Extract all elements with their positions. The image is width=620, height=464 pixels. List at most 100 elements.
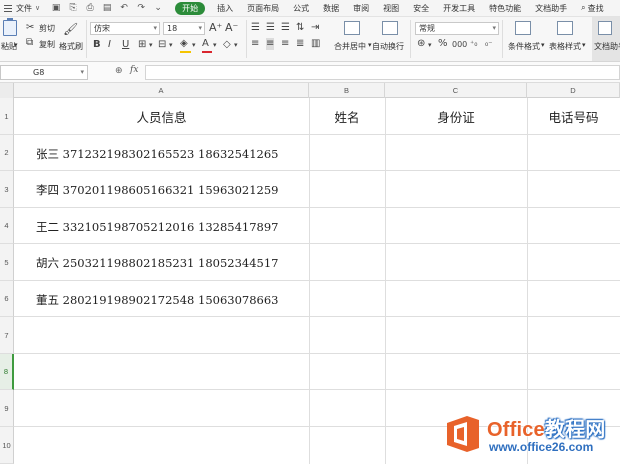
tab-review[interactable]: 审阅: [353, 3, 369, 14]
align-center-icon[interactable]: ≡: [266, 38, 275, 50]
row-header-10[interactable]: 10: [0, 427, 14, 464]
column-header-b[interactable]: B: [309, 83, 385, 98]
file-menu[interactable]: 文件: [16, 3, 32, 14]
row-header-6[interactable]: 6: [0, 281, 14, 317]
font-name-select[interactable]: 仿宋 ▾: [90, 22, 160, 35]
row-header-2[interactable]: 2: [0, 135, 14, 171]
customize-chevron-icon[interactable]: ⌄: [152, 2, 164, 14]
tab-developer[interactable]: 开发工具: [443, 3, 475, 14]
column-header-a[interactable]: A: [14, 83, 309, 98]
cut-button[interactable]: 剪切: [39, 23, 55, 34]
fill-color-icon[interactable]: ◈: [180, 38, 188, 50]
cell-b1[interactable]: 姓名: [309, 107, 385, 126]
paste-chevron-icon[interactable]: ▾: [14, 41, 18, 49]
decrease-font-icon[interactable]: A⁻: [225, 22, 238, 34]
save-icon[interactable]: ▣: [50, 2, 62, 14]
bold-icon[interactable]: B: [93, 39, 101, 51]
select-all-corner[interactable]: [0, 83, 14, 98]
wrap-text-button[interactable]: 自动换行: [372, 41, 404, 52]
search-button[interactable]: ⌕ 查找: [581, 3, 603, 14]
cell-a6[interactable]: 董五 280219198902172548 15063078663: [36, 292, 279, 308]
font-color-chevron-icon[interactable]: ▾: [213, 39, 217, 51]
row-header-3[interactable]: 3: [0, 171, 14, 208]
column-header-c[interactable]: C: [385, 83, 527, 98]
format-painter-button[interactable]: 格式刷: [59, 41, 83, 52]
cut-icon[interactable]: ✂: [26, 22, 34, 34]
percent-icon[interactable]: %: [438, 38, 448, 50]
increase-decimal-icon[interactable]: ⁺₀: [470, 38, 477, 50]
copy-icon[interactable]: ⧉: [26, 37, 33, 49]
align-bottom-icon[interactable]: ☰: [281, 22, 290, 34]
cell-a1[interactable]: 人员信息: [14, 107, 309, 126]
justify-icon[interactable]: ≣: [296, 38, 304, 50]
tab-formulas[interactable]: 公式: [293, 3, 309, 14]
column-header-d[interactable]: D: [527, 83, 620, 98]
tab-insert[interactable]: 插入: [217, 3, 233, 14]
print-icon[interactable]: ⎙: [84, 2, 96, 14]
table-style-chevron-icon[interactable]: ▾: [582, 41, 586, 49]
chevron-down-icon[interactable]: ∨: [35, 4, 40, 12]
align-top-icon[interactable]: ☰: [251, 22, 260, 34]
tab-view[interactable]: 视图: [383, 3, 399, 14]
cell-style-chevron-icon[interactable]: ▾: [169, 39, 173, 51]
borders-icon[interactable]: ⊞: [138, 39, 146, 51]
tab-features[interactable]: 特色功能: [489, 3, 521, 14]
distributed-icon[interactable]: ▥: [311, 38, 320, 50]
redo-icon[interactable]: ↷: [135, 2, 147, 14]
tab-home[interactable]: 开始: [175, 1, 206, 15]
borders-chevron-icon[interactable]: ▾: [149, 39, 153, 51]
function-icon[interactable]: fx: [130, 65, 138, 75]
cell-a5[interactable]: 胡六 250321198802185231 18052344517: [36, 255, 279, 271]
print-preview-icon[interactable]: ▤: [101, 2, 113, 14]
cell-a2[interactable]: 张三 371232198302165523 18632541265: [36, 146, 279, 162]
align-left-icon[interactable]: ≡: [251, 38, 259, 50]
spreadsheet-grid[interactable]: A B C D 1 2 3 4 5 6 7 8 9 10 人员信息 姓名 身份证…: [0, 83, 620, 464]
tab-data[interactable]: 数据: [323, 3, 339, 14]
font-color-icon[interactable]: A: [202, 38, 209, 50]
row-header-1[interactable]: 1: [0, 98, 14, 135]
clear-format-chevron-icon[interactable]: ▾: [234, 39, 238, 51]
row-header-4[interactable]: 4: [0, 208, 14, 244]
table-style-icon[interactable]: [557, 21, 573, 35]
row-header-9[interactable]: 9: [0, 390, 14, 427]
merge-center-icon[interactable]: [344, 21, 360, 35]
conditional-format-button[interactable]: 条件格式: [508, 41, 540, 52]
align-right-icon[interactable]: ≡: [281, 38, 289, 50]
indent-icon[interactable]: ⇥: [311, 22, 319, 34]
orientation-icon[interactable]: ⇅: [296, 22, 304, 34]
tab-page-layout[interactable]: 页面布局: [247, 3, 279, 14]
format-painter-icon[interactable]: 🖌: [63, 23, 78, 35]
underline-icon[interactable]: U: [122, 39, 129, 51]
merge-center-button[interactable]: 合并居中: [334, 41, 366, 52]
formula-input[interactable]: [145, 65, 620, 80]
cell-a4[interactable]: 王二 332105198705212016 13285417897: [36, 219, 279, 235]
currency-chevron-icon[interactable]: ▾: [428, 39, 432, 51]
merge-chevron-icon[interactable]: ▾: [368, 41, 372, 49]
currency-icon[interactable]: ⊛: [417, 38, 425, 50]
thousands-icon[interactable]: 000: [452, 39, 467, 51]
menu-icon[interactable]: [4, 4, 12, 12]
cell-d1[interactable]: 电话号码: [527, 107, 620, 126]
cell-a3[interactable]: 李四 370201198605166321 15963021259: [36, 182, 279, 198]
font-size-select[interactable]: 18 ▾: [163, 22, 205, 35]
copy-button[interactable]: 复制: [39, 39, 55, 50]
wrap-text-icon[interactable]: [382, 21, 398, 35]
row-header-5[interactable]: 5: [0, 244, 14, 281]
conditional-format-icon[interactable]: [515, 21, 531, 35]
zoom-icon[interactable]: ⊕: [115, 66, 123, 76]
table-style-button[interactable]: 表格样式: [549, 41, 581, 52]
number-format-select[interactable]: 常规 ▾: [415, 22, 499, 35]
row-header-7[interactable]: 7: [0, 317, 14, 354]
conditional-format-chevron-icon[interactable]: ▾: [541, 41, 545, 49]
paste-icon[interactable]: [3, 18, 17, 36]
row-header-8[interactable]: 8: [0, 354, 14, 390]
align-middle-icon[interactable]: ☰: [266, 22, 275, 34]
cell-c1[interactable]: 身份证: [385, 107, 527, 126]
increase-font-icon[interactable]: A⁺: [209, 22, 222, 34]
italic-icon[interactable]: I: [108, 39, 111, 51]
tab-doc-assistant[interactable]: 文档助手: [535, 3, 567, 14]
doc-assistant-button[interactable]: 文档助手: [592, 17, 620, 61]
undo-icon[interactable]: ↶: [118, 2, 130, 14]
decrease-decimal-icon[interactable]: ₀⁻: [485, 38, 492, 50]
clear-format-icon[interactable]: ◇: [223, 39, 231, 51]
